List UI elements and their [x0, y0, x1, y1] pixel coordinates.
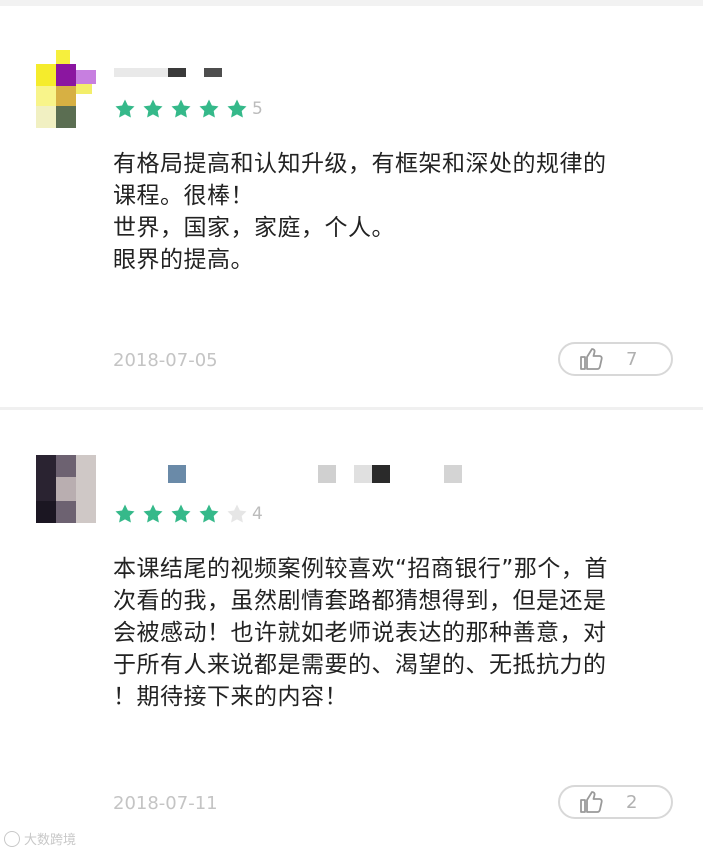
- star-icon: [226, 98, 248, 120]
- watermark-logo-icon: [4, 830, 20, 847]
- rating-score: 4: [252, 504, 263, 524]
- review-text: 有格局提高和认知升级，有框架和深处的规律的 课程。很棒！ 世界，国家，家庭，个人…: [113, 148, 678, 276]
- like-button[interactable]: 7: [558, 342, 673, 376]
- star-rating: 5: [114, 98, 263, 120]
- review-text-line: 世界，国家，家庭，个人。: [113, 215, 395, 241]
- star-rating: 4: [114, 503, 263, 525]
- star-icon: [114, 98, 136, 120]
- avatar[interactable]: [36, 50, 96, 130]
- top-bar: [0, 0, 703, 6]
- star-icon: [170, 503, 192, 525]
- star-icon: [142, 503, 164, 525]
- star-icon: [170, 98, 192, 120]
- username-redacted: [114, 68, 222, 77]
- review-text-line: 有格局提高和认知升级，有框架和深处的规律的: [113, 151, 607, 177]
- review-text-line: 于所有人来说都是需要的、渴望的、无抵抗力的: [113, 652, 607, 678]
- rating-score: 5: [252, 99, 263, 119]
- star-icon: [226, 503, 248, 525]
- review-text-line: ！期待接下来的内容！: [113, 684, 348, 710]
- review-text-line: 课程。很棒！: [113, 183, 254, 209]
- star-icon: [198, 503, 220, 525]
- star-icon: [114, 503, 136, 525]
- review-text: 本课结尾的视频案例较喜欢“招商银行”那个，首 次看的我，虽然剧情套路都猜想得到，…: [113, 553, 678, 713]
- star-icon: [142, 98, 164, 120]
- review-text-line: 本课结尾的视频案例较喜欢“招商银行”那个，首: [113, 556, 608, 582]
- review-date: 2018-07-05: [113, 350, 218, 371]
- thumbs-up-icon: [578, 789, 604, 815]
- divider: [0, 407, 703, 410]
- review-text-line: 次看的我，虽然剧情套路都猜想得到，但是还是: [113, 588, 607, 614]
- review-text-line: 眼界的提高。: [113, 247, 254, 273]
- thumbs-up-icon: [578, 346, 604, 372]
- star-icon: [198, 98, 220, 120]
- like-button[interactable]: 2: [558, 785, 673, 819]
- review-text-line: 会被感动！也许就如老师说表达的那种善意，对: [113, 620, 607, 646]
- avatar[interactable]: [36, 455, 96, 523]
- like-count: 2: [626, 791, 638, 813]
- username-redacted: [168, 465, 462, 483]
- watermark: 大数跨境: [4, 829, 76, 848]
- watermark-text: 大数跨境: [24, 833, 77, 848]
- review-date: 2018-07-11: [113, 793, 218, 814]
- like-count: 7: [626, 348, 638, 370]
